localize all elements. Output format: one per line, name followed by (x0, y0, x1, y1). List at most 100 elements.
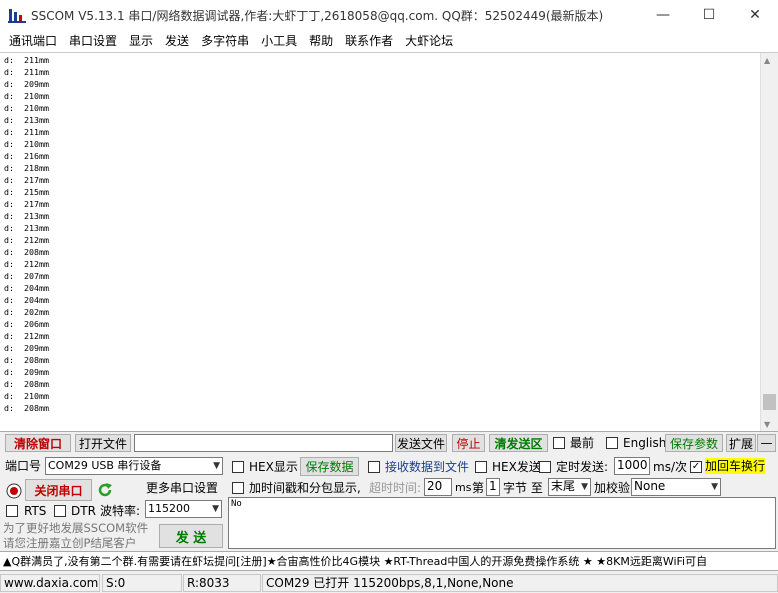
scroll-thumb[interactable] (763, 394, 776, 410)
checksum-label: 加校验 (594, 481, 631, 495)
receive-line: d: 215mm (4, 186, 49, 197)
menu-forum[interactable]: 大虾论坛 (399, 30, 459, 52)
refresh-icon[interactable] (96, 481, 114, 499)
receive-scrollbar[interactable]: ▲ ▼ (760, 53, 778, 431)
recv-to-file-label: 接收数据到文件 (385, 460, 470, 474)
receive-line: d: 206mm (4, 318, 49, 329)
receive-line: d: 213mm (4, 222, 49, 233)
menu-comm-port[interactable]: 通讯端口 (3, 30, 63, 52)
menu-send[interactable]: 发送 (159, 30, 195, 52)
interval-input[interactable]: 1000 (614, 457, 650, 475)
website-link[interactable]: www.daxia.com (0, 574, 100, 592)
chevron-down-icon: ▼ (581, 482, 588, 492)
crlf-label: 加回车换行 (705, 458, 766, 474)
menu-display[interactable]: 显示 (123, 30, 159, 52)
hex-send-checkbox[interactable] (475, 461, 487, 473)
minimize-button[interactable]: — (640, 0, 686, 30)
chevron-down-icon: ▼ (711, 482, 718, 492)
close-port-button[interactable]: 关闭串口 (25, 479, 92, 501)
receive-line: d: 217mm (4, 198, 49, 209)
timestamp-label: 加时间戳和分包显示, (249, 481, 361, 495)
timeout-label: 超时时间: (369, 481, 422, 495)
receive-line: d: 216mm (4, 150, 49, 161)
topmost-checkbox[interactable] (553, 437, 565, 449)
send-file-button[interactable]: 发送文件 (395, 434, 447, 452)
stop-button[interactable]: 停止 (452, 434, 485, 452)
timestamp-checkbox[interactable] (232, 482, 244, 494)
english-label: English (623, 436, 667, 450)
interval-unit: ms/次 (653, 460, 687, 474)
scroll-up-icon[interactable]: ▲ (764, 56, 770, 65)
dtr-checkbox[interactable] (54, 505, 66, 517)
timed-send-label: 定时发送: (556, 460, 609, 474)
rts-checkbox[interactable] (6, 505, 18, 517)
close-button[interactable]: ✕ (732, 0, 778, 30)
title-bar: SSCOM V5.13.1 串口/网络数据调试器,作者:大虾丁丁,2618058… (0, 0, 778, 30)
sent-count: S:0 (102, 574, 182, 592)
menu-serial-settings[interactable]: 串口设置 (63, 30, 123, 52)
checksum-value: None (634, 479, 666, 493)
receive-line: d: 213mm (4, 210, 49, 221)
menu-multi-string[interactable]: 多字符串 (195, 30, 255, 52)
received-count: R:8033 (183, 574, 261, 592)
english-checkbox[interactable] (606, 437, 618, 449)
recv-to-file-checkbox[interactable] (368, 461, 380, 473)
news-ticker[interactable]: ▲Q群满员了,没有第二个群.有需要请在虾坛提问[注册]★合宙高性价比4G模块 ★… (0, 551, 778, 571)
menu-help[interactable]: 帮助 (303, 30, 339, 52)
byte-prefix: 第 (472, 481, 485, 495)
expand-button[interactable]: 扩展 (726, 434, 756, 452)
receive-line: d: 210mm (4, 102, 49, 113)
chevron-down-icon: ▼ (213, 461, 220, 471)
menu-bar: 通讯端口 串口设置 显示 发送 多字符串 小工具 帮助 联系作者 大虾论坛 (0, 30, 778, 52)
receive-line: d: 204mm (4, 294, 49, 305)
maximize-button[interactable]: ☐ (686, 0, 732, 30)
receive-line: d: 212mm (4, 330, 49, 341)
topmost-label: 最前 (570, 436, 595, 450)
crlf-checkbox[interactable]: ✓ (690, 461, 702, 473)
rts-label: RTS (24, 504, 47, 518)
clear-send-button[interactable]: 清发送区 (489, 434, 548, 452)
app-icon (8, 9, 26, 23)
receive-line: d: 209mm (4, 78, 49, 89)
hex-display-checkbox[interactable] (232, 461, 244, 473)
window-title: SSCOM V5.13.1 串口/网络数据调试器,作者:大虾丁丁,2618058… (31, 9, 604, 23)
receive-line: d: 208mm (4, 246, 49, 257)
receive-line: d: 208mm (4, 402, 49, 413)
scroll-down-icon[interactable]: ▼ (764, 420, 770, 429)
send-input[interactable]: No (228, 497, 776, 549)
receive-text: d: 211mm d: 211mm d: 209mm d: 210mm d: 210mm… (4, 55, 49, 415)
port-label: 端口号 (5, 459, 42, 473)
open-file-button[interactable]: 打开文件 (75, 434, 131, 452)
receive-area[interactable]: d: 211mm d: 211mm d: 209mm d: 210mm d: 210mm… (0, 52, 778, 432)
receive-line: d: 207mm (4, 270, 49, 281)
menu-contact-author[interactable]: 联系作者 (339, 30, 399, 52)
receive-line: d: 202mm (4, 306, 49, 317)
port-select[interactable]: COM29 USB 串行设备 ▼ (45, 457, 223, 475)
record-icon (6, 483, 22, 499)
status-bar: www.daxia.com S:0 R:8033 COM29 已打开 11520… (0, 572, 778, 593)
timeout-unit: ms (455, 481, 472, 494)
timed-send-checkbox[interactable] (539, 461, 551, 473)
checksum-select[interactable]: None ▼ (631, 478, 721, 496)
timeout-input[interactable]: 20 (424, 478, 452, 496)
more-settings-link[interactable]: 更多串口设置 (146, 480, 218, 496)
byte-end-value: 末尾 (551, 479, 576, 493)
clear-window-button[interactable]: 清除窗口 (5, 434, 71, 452)
byte-end-select[interactable]: 末尾 ▼ (548, 478, 591, 496)
promo-text[interactable]: 为了更好地发展SSCOM软件 请您注册嘉立创P结尾客户 (3, 521, 153, 551)
byte-start-input[interactable]: 1 (486, 478, 500, 496)
port-select-value: COM29 USB 串行设备 (48, 459, 162, 472)
receive-line: d: 212mm (4, 234, 49, 245)
save-data-button[interactable]: 保存数据 (300, 457, 359, 476)
send-button[interactable]: 发 送 (159, 524, 223, 548)
port-status: COM29 已打开 115200bps,8,1,None,None (262, 574, 778, 592)
save-params-button[interactable]: 保存参数 (665, 434, 723, 452)
menu-tools[interactable]: 小工具 (255, 30, 303, 52)
receive-line: d: 218mm (4, 162, 49, 173)
collapse-button[interactable]: — (757, 434, 776, 452)
file-path-input[interactable] (134, 434, 393, 452)
chevron-down-icon: ▼ (212, 504, 219, 514)
receive-line: d: 204mm (4, 282, 49, 293)
baud-select[interactable]: 115200 ▼ (145, 500, 222, 518)
receive-line: d: 217mm (4, 174, 49, 185)
